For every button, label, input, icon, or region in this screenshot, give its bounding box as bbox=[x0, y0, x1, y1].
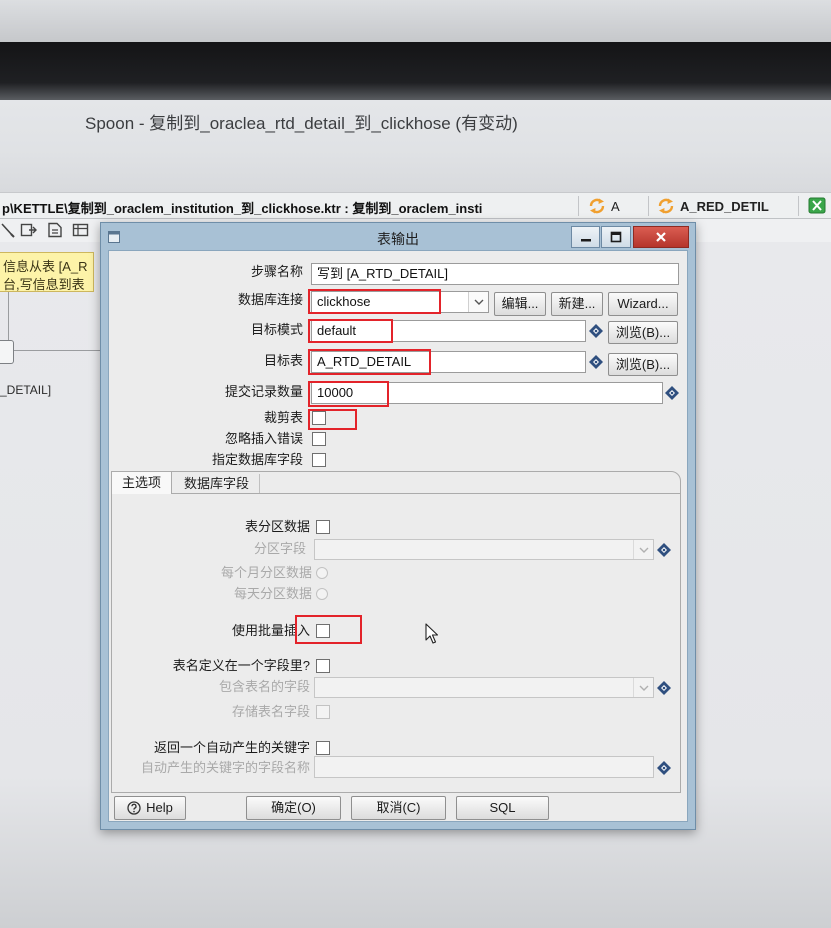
sql-button[interactable]: SQL bbox=[456, 796, 549, 820]
document-icon[interactable] bbox=[46, 222, 64, 238]
table-output-dialog: 表输出 步骤名称 写到 [A_RTD_DETAIL] 数据库连接 clickho… bbox=[100, 222, 696, 830]
key-field-name-label: 自动产生的关键字的字段名称 bbox=[140, 760, 310, 775]
minimize-icon bbox=[580, 239, 591, 242]
variable-icon[interactable] bbox=[589, 324, 603, 338]
variable-icon bbox=[657, 681, 671, 695]
key-field-name-input bbox=[314, 756, 654, 778]
highlight-box-truncate bbox=[308, 409, 357, 430]
job-icon[interactable] bbox=[808, 197, 826, 214]
tab-active-file[interactable]: p\KETTLE\复制到_oraclem_institution_到_click… bbox=[2, 198, 570, 217]
step-label: _DETAIL] bbox=[0, 383, 52, 397]
highlight-box-schema bbox=[308, 319, 393, 343]
hop-line bbox=[14, 350, 100, 351]
tab-main-options[interactable]: 主选项 bbox=[112, 472, 172, 494]
hop-line bbox=[8, 292, 9, 340]
connection-label: 数据库连接 bbox=[237, 292, 303, 307]
ignore-errors-label: 忽略插入错误 bbox=[224, 431, 303, 446]
mouse-pointer-icon bbox=[425, 623, 439, 644]
variable-icon bbox=[657, 543, 671, 557]
partition-label: 表分区数据 bbox=[244, 519, 310, 534]
step-name-label: 步骤名称 bbox=[250, 264, 303, 279]
partition-daily-radio bbox=[316, 588, 328, 600]
step-tooltip: 信息从表 [A_R 台,写信息到表 bbox=[0, 252, 94, 292]
chevron-down-icon bbox=[639, 685, 648, 691]
explore-icon[interactable] bbox=[20, 222, 38, 238]
step-icon[interactable] bbox=[0, 340, 14, 364]
highlight-box-table bbox=[308, 349, 431, 375]
tab-separator bbox=[648, 196, 649, 216]
specify-fields-checkbox[interactable] bbox=[312, 453, 326, 467]
commit-size-label: 提交记录数量 bbox=[224, 384, 303, 399]
partition-monthly-label: 每个月分区数据 bbox=[220, 565, 312, 580]
main-options-panel: 表分区数据 分区字段 每个月分区数据 每天分区数据 使用批量插入 表名定义在一个… bbox=[112, 493, 680, 792]
tablename-in-field-label: 表名定义在一个字段里? bbox=[172, 658, 310, 673]
tab-label: A_RED_DETIL bbox=[680, 198, 769, 214]
close-icon bbox=[656, 232, 666, 242]
monitor-bezel bbox=[0, 42, 831, 100]
target-table-label: 目标表 bbox=[263, 353, 303, 368]
variable-icon[interactable] bbox=[589, 355, 603, 369]
transformation-icon bbox=[658, 198, 674, 214]
tablename-field-combo bbox=[314, 677, 654, 698]
minimize-button[interactable] bbox=[571, 226, 600, 248]
maximize-button[interactable] bbox=[601, 226, 631, 248]
close-button[interactable] bbox=[633, 226, 689, 248]
partition-monthly-radio bbox=[316, 567, 328, 579]
new-connection-button[interactable]: 新建... bbox=[551, 292, 603, 316]
dropdown-button bbox=[633, 678, 653, 697]
options-tab-folder: 主选项 数据库字段 表分区数据 分区字段 每个月分区数据 每天分区数据 使用批量… bbox=[111, 471, 681, 793]
tooltip-line: 信息从表 [A_R bbox=[3, 259, 88, 274]
window-title: Spoon - 复制到_oraclea_rtd_detail_到_clickho… bbox=[85, 114, 518, 133]
maximize-icon bbox=[610, 231, 622, 243]
partition-checkbox[interactable] bbox=[316, 520, 330, 534]
ignore-errors-checkbox[interactable] bbox=[312, 432, 326, 446]
table-icon[interactable] bbox=[72, 222, 90, 238]
chevron-down-icon bbox=[474, 299, 483, 305]
help-button[interactable]: Help bbox=[114, 796, 186, 820]
help-icon bbox=[127, 801, 141, 815]
tablename-field-label: 包含表名的字段 bbox=[218, 679, 310, 694]
browse-table-button[interactable]: 浏览(B)... bbox=[608, 353, 678, 376]
tab-separator bbox=[798, 196, 799, 216]
transformation-icon bbox=[589, 198, 605, 214]
tab-a[interactable]: A bbox=[588, 197, 620, 215]
return-key-checkbox[interactable] bbox=[316, 741, 330, 755]
batch-insert-label: 使用批量插入 bbox=[231, 623, 310, 638]
specify-fields-label: 指定数据库字段 bbox=[211, 452, 303, 467]
tablename-in-field-checkbox[interactable] bbox=[316, 659, 330, 673]
variable-icon[interactable] bbox=[665, 386, 679, 400]
tab-database-fields[interactable]: 数据库字段 bbox=[174, 474, 260, 493]
tab-a-red-detil[interactable]: A_RED_DETIL bbox=[657, 197, 769, 215]
return-key-label: 返回一个自动产生的关键字 bbox=[153, 740, 310, 755]
partition-daily-label: 每天分区数据 bbox=[233, 586, 312, 601]
photo-top-background bbox=[0, 0, 831, 42]
target-schema-label: 目标模式 bbox=[250, 322, 303, 337]
step-name-input[interactable]: 写到 [A_RTD_DETAIL] bbox=[311, 263, 679, 285]
file-tab-bar: p\KETTLE\复制到_oraclem_institution_到_click… bbox=[0, 192, 831, 219]
tab-label: A bbox=[611, 198, 620, 214]
menu-bar-area bbox=[0, 150, 831, 192]
highlight-box-connection bbox=[308, 289, 441, 314]
partition-field-combo bbox=[314, 539, 654, 560]
browse-schema-button[interactable]: 浏览(B)... bbox=[608, 321, 678, 344]
chevron-down-icon bbox=[639, 547, 648, 553]
dialog-body: 步骤名称 写到 [A_RTD_DETAIL] 数据库连接 clickhose 编… bbox=[108, 250, 688, 822]
tooltip-line: 台,写信息到表 bbox=[3, 277, 85, 292]
highlight-box-batch-insert bbox=[295, 615, 362, 644]
wizard-button[interactable]: Wizard... bbox=[608, 292, 678, 316]
truncate-table-label: 裁剪表 bbox=[263, 410, 303, 425]
store-tablename-label: 存储表名字段 bbox=[231, 704, 310, 719]
dropdown-button[interactable] bbox=[468, 292, 488, 312]
edit-connection-button[interactable]: 编辑... bbox=[494, 292, 546, 316]
store-tablename-checkbox bbox=[316, 705, 330, 719]
ok-button[interactable]: 确定(O) bbox=[246, 796, 341, 820]
variable-icon bbox=[657, 761, 671, 775]
highlight-box-commit-size bbox=[308, 381, 389, 407]
cancel-button[interactable]: 取消(C) bbox=[351, 796, 446, 820]
pen-icon[interactable] bbox=[0, 222, 16, 238]
dropdown-button bbox=[633, 540, 653, 559]
help-label: Help bbox=[146, 800, 173, 815]
partition-field-label: 分区字段 bbox=[253, 541, 306, 556]
tab-separator bbox=[578, 196, 579, 216]
